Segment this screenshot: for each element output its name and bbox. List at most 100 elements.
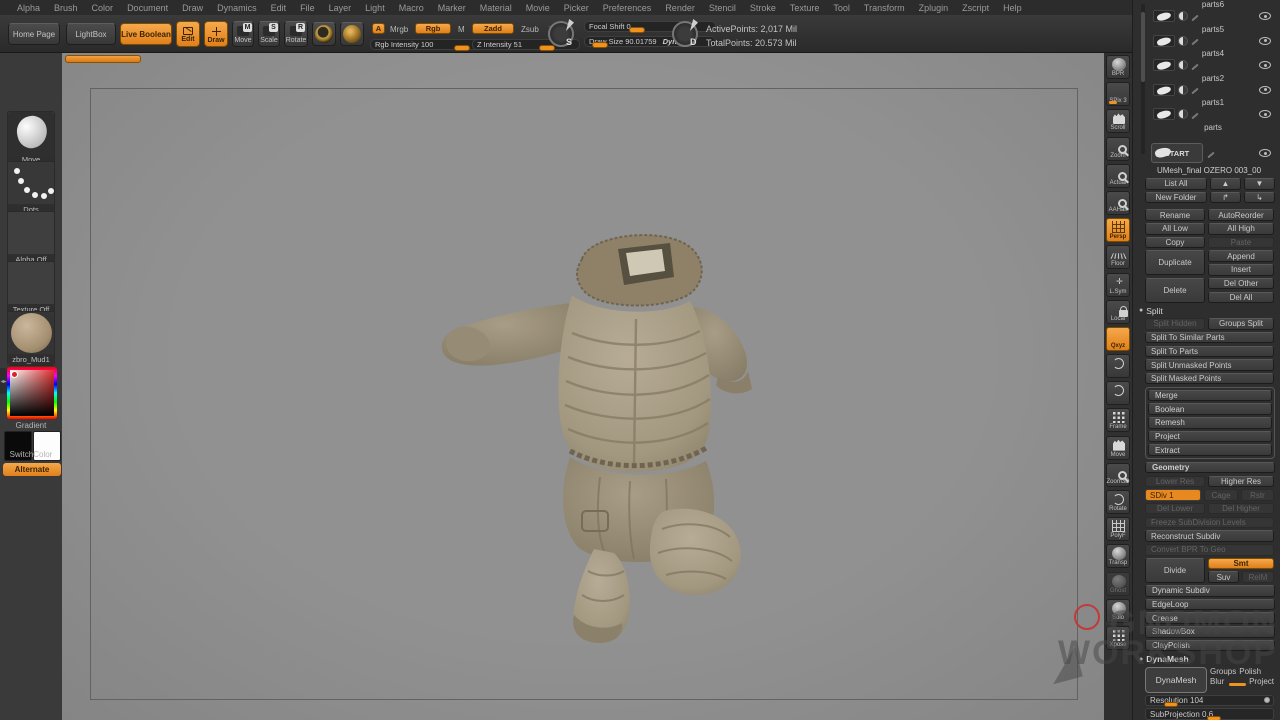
del-other-button[interactable]: Del Other bbox=[1208, 278, 1274, 290]
rotate-button[interactable]: R Rotate bbox=[284, 21, 308, 47]
shelf-button-persp[interactable]: Persp bbox=[1106, 218, 1130, 242]
eye-icon[interactable] bbox=[1259, 110, 1271, 118]
duplicate-button[interactable]: Duplicate bbox=[1145, 250, 1205, 275]
subtool-thumbnail-icon[interactable] bbox=[1153, 10, 1175, 22]
smt-toggle[interactable]: Smt bbox=[1208, 558, 1274, 570]
subtool-row-parts5[interactable]: parts5 bbox=[1151, 25, 1275, 50]
sculpt-model[interactable] bbox=[422, 211, 812, 651]
shelf-button-move[interactable]: Move bbox=[1106, 436, 1130, 460]
menu-item-texture[interactable]: Texture bbox=[783, 3, 827, 13]
scale-button[interactable]: S Scale bbox=[258, 21, 280, 47]
section-header-project[interactable]: Project bbox=[1148, 431, 1272, 443]
sidebar-tile-zbro-mud1[interactable]: zbro_Mud1 bbox=[7, 311, 55, 366]
move-to-folder-button[interactable]: ↱ bbox=[1210, 192, 1241, 204]
rgb-toggle-button[interactable]: Rgb bbox=[415, 23, 451, 34]
document-canvas[interactable] bbox=[62, 53, 1104, 720]
split-masked-button[interactable]: Split Masked Points bbox=[1145, 373, 1274, 385]
paint-icon[interactable] bbox=[1207, 151, 1214, 158]
menu-item-layer[interactable]: Layer bbox=[322, 3, 359, 13]
list-all-button[interactable]: List All bbox=[1145, 178, 1207, 190]
section-header-dynamic-subdiv[interactable]: Dynamic Subdiv bbox=[1145, 585, 1275, 597]
home-page-button[interactable]: Home Page bbox=[8, 23, 60, 45]
menu-item-zscript[interactable]: Zscript bbox=[955, 3, 996, 13]
subtool-up-button[interactable]: ▲ bbox=[1210, 178, 1241, 190]
live-boolean-button[interactable]: Live Boolean bbox=[120, 23, 172, 45]
color-picker[interactable] bbox=[7, 367, 57, 419]
subtool-row-parts2[interactable]: parts2 bbox=[1151, 74, 1275, 99]
sculpt-icon[interactable] bbox=[1191, 14, 1198, 21]
shelf-button-xpose[interactable]: Xpose bbox=[1106, 626, 1130, 650]
subtool-scrollbar[interactable] bbox=[1141, 4, 1145, 154]
menu-item-alpha[interactable]: Alpha bbox=[10, 3, 47, 13]
section-header-extract[interactable]: Extract bbox=[1148, 444, 1272, 456]
insert-button[interactable]: Insert bbox=[1208, 264, 1274, 276]
shelf-button-bpr[interactable]: BPR bbox=[1106, 55, 1130, 79]
menu-item-transform[interactable]: Transform bbox=[857, 3, 912, 13]
lightbox-divider-handle[interactable] bbox=[65, 55, 141, 63]
blur-slider[interactable] bbox=[1229, 683, 1246, 686]
resolution-handle[interactable] bbox=[1164, 702, 1178, 707]
section-header-claypolish[interactable]: ClayPolish bbox=[1145, 640, 1275, 652]
sidebar-tile-move[interactable]: Move bbox=[7, 111, 55, 166]
new-folder-button[interactable]: New Folder bbox=[1145, 192, 1207, 204]
menu-item-tool[interactable]: Tool bbox=[826, 3, 857, 13]
section-header-shadowbox[interactable]: ShadowBox bbox=[1145, 626, 1275, 638]
del-all-button[interactable]: Del All bbox=[1208, 292, 1274, 304]
split-similar-button[interactable]: Split To Similar Parts bbox=[1145, 332, 1274, 344]
project-toggle[interactable]: Project bbox=[1249, 677, 1274, 686]
sidebar-tile-texture-off[interactable]: Texture Off bbox=[7, 261, 55, 316]
sculpt-icon[interactable] bbox=[1191, 63, 1198, 70]
focal-shift-handle[interactable] bbox=[629, 27, 645, 33]
menu-item-document[interactable]: Document bbox=[120, 3, 175, 13]
zadd-toggle-button[interactable]: Zadd bbox=[472, 23, 514, 34]
polypaint-icon[interactable] bbox=[1178, 11, 1188, 21]
menu-item-stroke[interactable]: Stroke bbox=[743, 3, 783, 13]
sdiv-slider[interactable]: SDiv 1 bbox=[1145, 489, 1201, 501]
append-button[interactable]: Append bbox=[1208, 250, 1274, 262]
draw-size-handle[interactable] bbox=[592, 42, 608, 48]
resolution-radio-icon[interactable] bbox=[1264, 697, 1270, 703]
menu-item-marker[interactable]: Marker bbox=[431, 3, 473, 13]
subtool-row-parts1[interactable]: parts1 bbox=[1151, 98, 1275, 123]
all-high-button[interactable]: All High bbox=[1208, 223, 1274, 235]
subprojection-handle[interactable] bbox=[1207, 716, 1221, 720]
subtool-down-button[interactable]: ▼ bbox=[1244, 178, 1275, 190]
menu-item-render[interactable]: Render bbox=[658, 3, 702, 13]
groups-split-button[interactable]: Groups Split bbox=[1208, 318, 1274, 330]
menu-item-brush[interactable]: Brush bbox=[47, 3, 85, 13]
shelf-button-spix-3[interactable]: SPix 3 bbox=[1106, 82, 1130, 106]
shelf-button-frame[interactable]: Frame bbox=[1106, 408, 1130, 432]
shelf-button-floor[interactable]: Floor bbox=[1106, 245, 1130, 269]
shelf-button-aahalf[interactable]: AAHalf bbox=[1106, 191, 1130, 215]
menu-item-material[interactable]: Material bbox=[473, 3, 519, 13]
shelf-button-transp[interactable]: Transp bbox=[1106, 544, 1130, 568]
split-to-parts-button[interactable]: Split To Parts bbox=[1145, 346, 1274, 358]
mrgb-toggle[interactable]: Mrgb bbox=[390, 25, 408, 34]
menu-item-preferences[interactable]: Preferences bbox=[596, 3, 659, 13]
groups-toggle[interactable]: Groups bbox=[1210, 667, 1236, 676]
shelf-button-orbit-11[interactable] bbox=[1106, 354, 1130, 378]
sculpt-icon[interactable] bbox=[1191, 39, 1198, 46]
menu-item-help[interactable]: Help bbox=[996, 3, 1029, 13]
rename-button[interactable]: Rename bbox=[1145, 209, 1205, 221]
material-slot-2[interactable] bbox=[340, 22, 364, 46]
shelf-button-local[interactable]: Local bbox=[1106, 300, 1130, 324]
shelf-button-l-sym[interactable]: ✛L.Sym bbox=[1106, 273, 1130, 297]
menu-item-stencil[interactable]: Stencil bbox=[702, 3, 743, 13]
polypaint-icon[interactable] bbox=[1178, 60, 1188, 70]
resolution-slider[interactable]: Resolution 104 bbox=[1145, 695, 1274, 707]
section-header-remesh[interactable]: Remesh bbox=[1148, 417, 1272, 429]
menu-item-draw[interactable]: Draw bbox=[175, 3, 210, 13]
shelf-button-solo[interactable]: Solo bbox=[1106, 599, 1130, 623]
all-low-button[interactable]: All Low bbox=[1145, 223, 1205, 235]
menu-item-macro[interactable]: Macro bbox=[392, 3, 431, 13]
subprojection-slider[interactable]: SubProjection 0.6 bbox=[1145, 708, 1274, 720]
draw-button[interactable]: Draw bbox=[204, 21, 228, 47]
zsub-toggle[interactable]: Zsub bbox=[521, 25, 539, 34]
shelf-button-scroll[interactable]: Scroll bbox=[1106, 109, 1130, 133]
selected-subtool-thumb[interactable]: START bbox=[1151, 143, 1203, 163]
shelf-button-rotate[interactable]: Rotate bbox=[1106, 490, 1130, 514]
autoreorder-button[interactable]: AutoReorder bbox=[1208, 209, 1274, 221]
reconstruct-subdiv-button[interactable]: Reconstruct Subdiv bbox=[1145, 530, 1274, 542]
blur-slider-label[interactable]: Blur bbox=[1210, 677, 1224, 686]
